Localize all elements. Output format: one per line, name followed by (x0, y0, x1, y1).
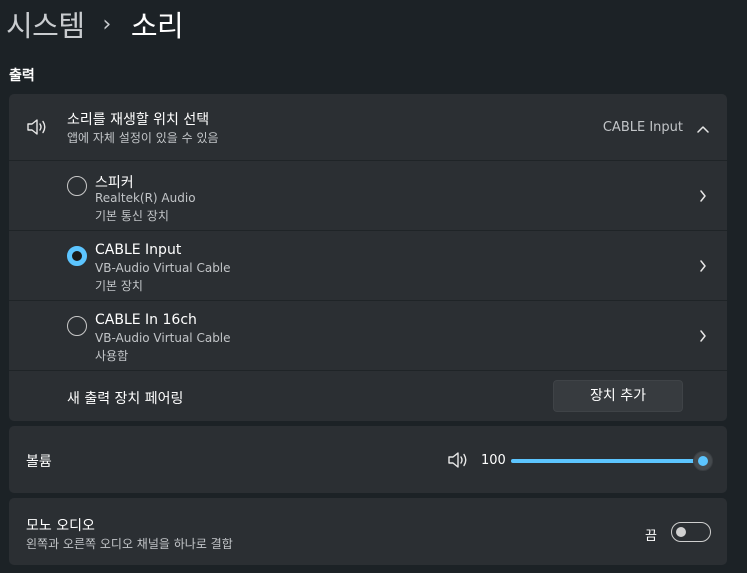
pair-device-row: 새 출력 장치 페어링 장치 추가 (9, 371, 727, 421)
device-status: 기본 장치 (95, 279, 143, 293)
output-current-device: CABLE Input (602, 120, 683, 135)
add-device-button[interactable]: 장치 추가 (553, 380, 683, 412)
mono-audio-toggle[interactable] (671, 522, 711, 542)
speaker-icon (26, 118, 48, 140)
device-status: 사용함 (95, 349, 129, 363)
output-section-title: 출력 (9, 68, 35, 84)
mono-toggle-state: 끔 (645, 529, 657, 544)
device-item-cable-input[interactable]: CABLE Input VB-Audio Virtual Cable 기본 장치 (9, 231, 727, 300)
breadcrumb-system-link[interactable]: 시스템 (6, 6, 85, 46)
device-driver: Realtek(R) Audio (95, 191, 196, 205)
chevron-right-icon[interactable] (699, 258, 707, 277)
device-radio-cable-input[interactable] (67, 246, 87, 266)
breadcrumb-separator: › (102, 12, 112, 37)
breadcrumb: 시스템 › 소리 (6, 6, 184, 46)
mono-audio-title: 모노 오디오 (26, 518, 95, 534)
output-card: 소리를 재생할 위치 선택 앱에 자체 설정이 있을 수 있음 CABLE In… (9, 94, 727, 421)
device-name: 스피커 (95, 175, 134, 191)
device-driver: VB-Audio Virtual Cable (95, 261, 231, 275)
speaker-icon[interactable] (447, 451, 469, 473)
output-selector-header[interactable]: 소리를 재생할 위치 선택 앱에 자체 설정이 있을 수 있음 CABLE In… (9, 94, 727, 160)
toggle-knob (676, 526, 686, 537)
volume-label: 볼륨 (26, 454, 52, 470)
chevron-up-icon[interactable] (696, 119, 710, 138)
mono-audio-card: 모노 오디오 왼쪽과 오른쪽 오디오 채널을 하나로 결합 끔 (9, 498, 727, 565)
pair-device-label: 새 출력 장치 페어링 (67, 391, 184, 407)
device-item-cable-in-16ch[interactable]: CABLE In 16ch VB-Audio Virtual Cable 사용함 (9, 301, 727, 370)
chevron-right-icon[interactable] (699, 188, 707, 207)
volume-slider[interactable] (511, 451, 713, 471)
volume-slider-fill (511, 459, 701, 463)
volume-value: 100 (481, 453, 506, 468)
device-item-speaker[interactable]: 스피커 Realtek(R) Audio 기본 통신 장치 (9, 161, 727, 230)
device-name: CABLE Input (95, 242, 182, 258)
device-name: CABLE In 16ch (95, 312, 197, 328)
device-driver: VB-Audio Virtual Cable (95, 331, 231, 345)
mono-audio-subtitle: 왼쪽과 오른쪽 오디오 채널을 하나로 결합 (26, 537, 233, 551)
device-radio-cable-in-16ch[interactable] (67, 316, 87, 336)
volume-card: 볼륨 100 (9, 426, 727, 493)
output-selector-title: 소리를 재생할 위치 선택 (67, 112, 210, 128)
device-status: 기본 통신 장치 (95, 209, 169, 223)
page-title: 소리 (130, 9, 184, 43)
device-radio-speaker[interactable] (67, 176, 87, 196)
output-selector-subtitle: 앱에 자체 설정이 있을 수 있음 (67, 131, 219, 145)
volume-slider-thumb[interactable] (693, 451, 713, 471)
chevron-right-icon[interactable] (699, 328, 707, 347)
